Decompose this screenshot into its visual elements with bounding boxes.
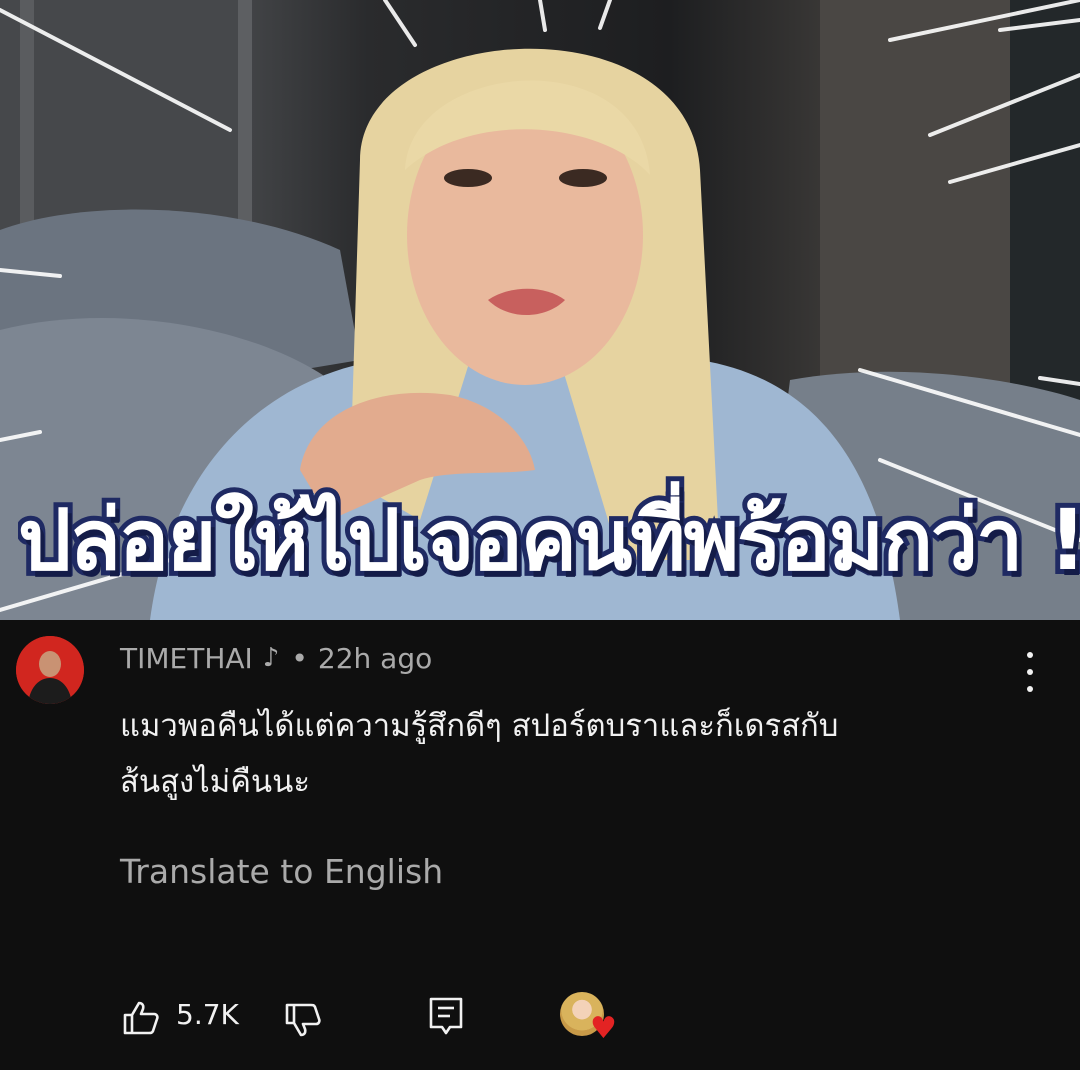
- more-vertical-icon[interactable]: [1018, 652, 1042, 692]
- comment-text-line: ส้นสูงไม่คืนนะ: [120, 764, 310, 800]
- thumbs-up-icon[interactable]: [122, 1000, 160, 1036]
- creator-heart-badge: ♥: [560, 992, 617, 1044]
- heart-icon: ♥: [590, 1011, 617, 1046]
- author-avatar[interactable]: [16, 636, 84, 704]
- comment-icon[interactable]: [428, 996, 464, 1036]
- comment-meta: TIMETHAI ♪ • 22h ago: [120, 638, 432, 678]
- comment-text: แมวพอคืนได้แต่ความรู้สึกดีๆ สปอร์ตบราและ…: [120, 698, 1020, 810]
- thumbs-down-icon[interactable]: [284, 1002, 322, 1038]
- translate-button[interactable]: Translate to English: [120, 852, 443, 891]
- thumbnail-caption: ปล่อยให้ไปเจอคนที่พร้อมกว่า !!: [18, 486, 1080, 594]
- video-thumbnail[interactable]: ปล่อยให้ไปเจอคนที่พร้อมกว่า !!: [0, 0, 1080, 620]
- author-name[interactable]: TIMETHAI: [120, 642, 253, 675]
- comment-timestamp[interactable]: 22h ago: [318, 642, 432, 675]
- avatar-image: [16, 636, 84, 704]
- music-note-icon: ♪: [262, 643, 280, 673]
- separator-dot: •: [291, 641, 308, 675]
- comment-text-line: แมวพอคืนได้แต่ความรู้สึกดีๆ สปอร์ตบราและ…: [120, 708, 839, 744]
- comment-actions: 5.7K ♥: [0, 990, 1080, 1050]
- like-count: 5.7K: [176, 998, 239, 1031]
